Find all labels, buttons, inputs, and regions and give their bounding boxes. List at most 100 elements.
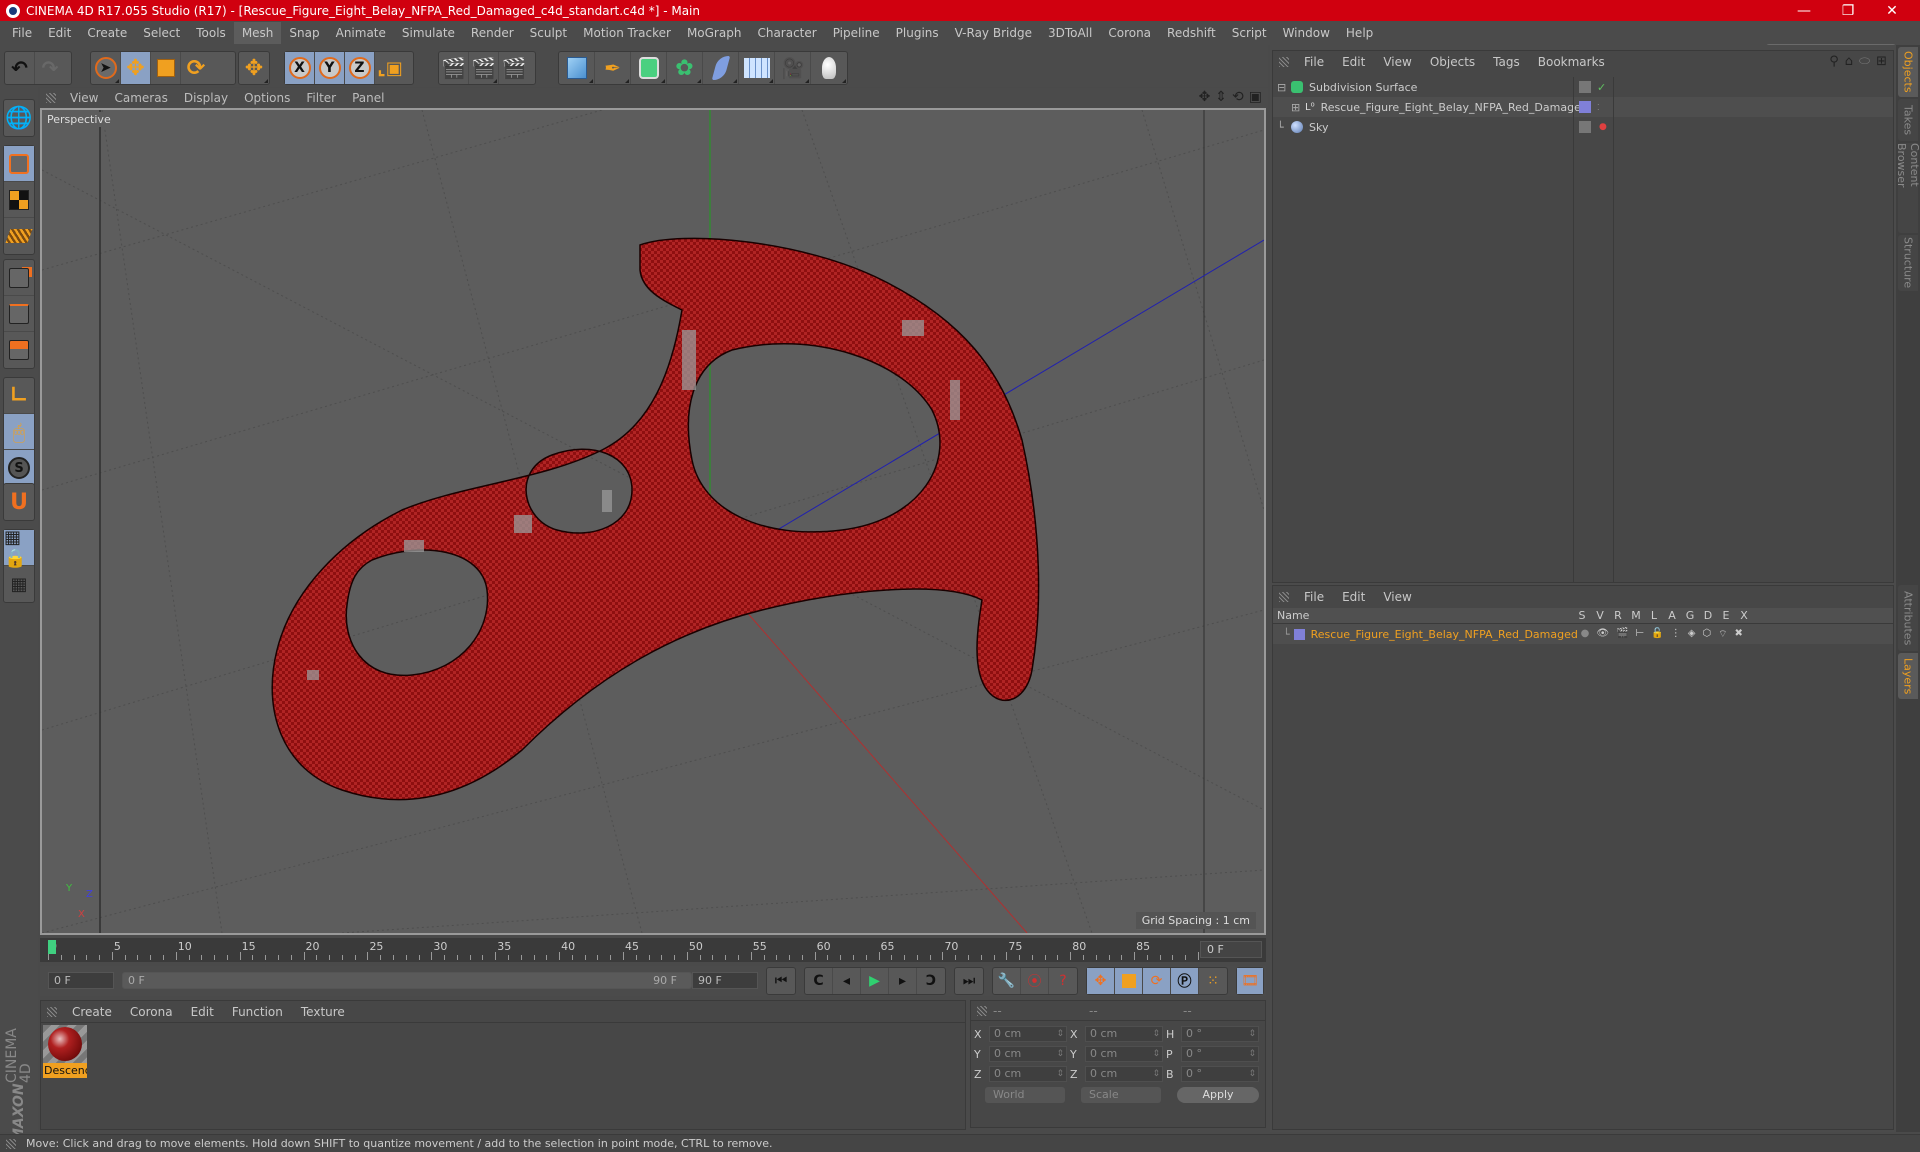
autokey-button[interactable]: ? <box>1049 968 1077 994</box>
search-icon[interactable]: ⚲ <box>1829 54 1839 69</box>
maximize-button[interactable]: ❐ <box>1826 0 1870 21</box>
z-axis-lock-button[interactable]: Z <box>345 52 375 84</box>
live-move-button[interactable]: ✥ <box>239 52 269 84</box>
timeline-ruler[interactable]: 051015202530354045505560657075808590 0 F <box>40 938 1266 962</box>
subdivision-button[interactable] <box>631 52 667 84</box>
snap-button[interactable]: U <box>4 484 34 520</box>
menu-character[interactable]: Character <box>749 22 824 44</box>
viewport-menu-display[interactable]: Display <box>176 91 236 105</box>
viewport-menu-cameras[interactable]: Cameras <box>106 91 175 105</box>
goto-end-button[interactable]: ⏭ <box>955 968 983 994</box>
layers-menu-file[interactable]: File <box>1295 590 1333 604</box>
menu-corona[interactable]: Corona <box>1100 22 1159 44</box>
material-menu-edit[interactable]: Edit <box>182 1005 223 1019</box>
object-row[interactable]: ⊞ L⁰ Rescue_Figure_Eight_Belay_NFPA_Red_… <box>1273 97 1893 117</box>
size-z-field[interactable]: 0 cm <box>1085 1066 1163 1082</box>
key-pla-button[interactable]: ⁙ <box>1199 968 1227 994</box>
generators-toggle-icon[interactable]: ◈ <box>1688 628 1696 641</box>
next-frame-button[interactable]: ▸ <box>889 968 917 994</box>
render-view-button[interactable]: 🎬 <box>439 52 469 84</box>
tweak-mode-button[interactable]: 🖱 <box>4 414 34 450</box>
column-manager[interactable]: M <box>1627 609 1645 622</box>
position-y-field[interactable]: 0 cm <box>989 1046 1067 1062</box>
playhead[interactable] <box>48 940 56 954</box>
dolly-icon[interactable]: ⇕ <box>1215 89 1227 105</box>
viewport-menu-panel[interactable]: Panel <box>344 91 392 105</box>
menu-redshift[interactable]: Redshift <box>1159 22 1224 44</box>
frame-ruler[interactable]: 051015202530354045505560657075808590 <box>48 938 1214 962</box>
minimize-button[interactable]: — <box>1782 0 1826 21</box>
panel-grip-icon[interactable] <box>6 1138 16 1149</box>
pen-button[interactable]: ✒ <box>595 52 631 84</box>
floor-button[interactable] <box>739 52 775 84</box>
menu-simulate[interactable]: Simulate <box>394 22 463 44</box>
move-tool-button[interactable]: ✥ <box>121 52 151 84</box>
layer-color-swatch[interactable] <box>1293 628 1305 640</box>
coordinate-system-button[interactable]: ⌞▣ <box>375 52 405 84</box>
menu-sculpt[interactable]: Sculpt <box>522 22 575 44</box>
objects-menu-bookmarks[interactable]: Bookmarks <box>1529 55 1614 69</box>
y-axis-lock-button[interactable]: Y <box>315 52 345 84</box>
visibility-icon[interactable]: ⬭ <box>1859 54 1870 69</box>
objects-menu-view[interactable]: View <box>1374 55 1420 69</box>
column-render[interactable]: R <box>1609 609 1627 622</box>
tab-objects[interactable]: Objects <box>1898 47 1918 97</box>
panel-grip-icon[interactable] <box>47 1006 57 1017</box>
panel-grip-icon[interactable] <box>1279 592 1289 602</box>
close-button[interactable]: ✕ <box>1870 0 1914 21</box>
key-rotation-button[interactable]: ⟳ <box>1143 968 1171 994</box>
viewport-menu-filter[interactable]: Filter <box>298 91 344 105</box>
panel-grip-icon[interactable] <box>1279 57 1289 67</box>
editor-render-toggle[interactable] <box>1579 81 1591 93</box>
visibility-dots[interactable]: ⁚ <box>1597 103 1600 112</box>
animation-toggle-icon[interactable]: ⋮ <box>1671 628 1681 641</box>
visibility-dots[interactable]: ● <box>1599 122 1607 132</box>
material-menu-texture[interactable]: Texture <box>292 1005 354 1019</box>
deformers-toggle-icon[interactable]: ⬡ <box>1702 628 1711 641</box>
axis-mode-button[interactable]: ∟ <box>4 378 34 414</box>
planar-workplane-button[interactable]: ▦ <box>4 566 34 602</box>
menu-script[interactable]: Script <box>1224 22 1275 44</box>
model-mode-button[interactable] <box>4 146 34 182</box>
menu-mesh[interactable]: Mesh <box>233 22 282 44</box>
material-swatch[interactable]: Descend <box>43 1025 87 1081</box>
column-xref[interactable]: X <box>1735 609 1753 622</box>
column-name[interactable]: Name <box>1273 609 1573 622</box>
edges-mode-button[interactable] <box>4 296 34 332</box>
tab-structure[interactable]: Structure <box>1898 235 1918 291</box>
viewport-menu-view[interactable]: View <box>62 91 106 105</box>
material-menu-corona[interactable]: Corona <box>121 1005 182 1019</box>
deformer-button[interactable] <box>703 52 739 84</box>
cloner-button[interactable]: ✿ <box>667 52 703 84</box>
redo-button[interactable]: ↷ <box>35 52 65 84</box>
menu-motion-tracker[interactable]: Motion Tracker <box>575 22 679 44</box>
menu-create[interactable]: Create <box>79 22 135 44</box>
layers-menu-view[interactable]: View <box>1374 590 1420 604</box>
panel-grip-icon[interactable] <box>977 1005 987 1016</box>
orbit-icon[interactable]: ⟲ <box>1232 89 1244 105</box>
goto-start-button[interactable]: ⏮ <box>767 968 795 994</box>
solo-mode-button[interactable]: S <box>4 450 34 486</box>
current-frame-field[interactable]: 0 F <box>1200 941 1262 958</box>
objects-menu-edit[interactable]: Edit <box>1333 55 1374 69</box>
layer-row[interactable]: └ Rescue_Figure_Eight_Belay_NFPA_Red_Dam… <box>1273 624 1893 644</box>
rotation-b-field[interactable]: 0 ° <box>1181 1066 1259 1082</box>
transform-mode-dropdown[interactable]: Scale <box>1081 1087 1161 1103</box>
column-animation[interactable]: A <box>1663 609 1681 622</box>
manager-toggle-icon[interactable]: ⊢ <box>1636 628 1645 641</box>
record-button[interactable]: ⦿ <box>1021 968 1049 994</box>
size-y-field[interactable]: 0 cm <box>1085 1046 1163 1062</box>
rotation-h-field[interactable]: 0 ° <box>1181 1026 1259 1042</box>
new-view-icon[interactable]: ⊞ <box>1876 54 1887 69</box>
coordinate-mode-dropdown[interactable]: World <box>985 1087 1065 1103</box>
cube-button[interactable] <box>559 52 595 84</box>
objects-menu-tags[interactable]: Tags <box>1484 55 1529 69</box>
column-expressions[interactable]: E <box>1717 609 1735 622</box>
select-tool-button[interactable]: ➤ <box>91 52 121 84</box>
objects-menu-objects[interactable]: Objects <box>1421 55 1484 69</box>
collapse-icon[interactable]: ⊟ <box>1277 81 1291 94</box>
menu-vray-bridge[interactable]: V-Ray Bridge <box>947 22 1040 44</box>
view-toggle-icon[interactable]: 👁 <box>1596 628 1609 641</box>
layer-name[interactable]: Rescue_Figure_Eight_Belay_NFPA_Red_Damag… <box>1311 628 1581 641</box>
key-scale-button[interactable] <box>1115 968 1143 994</box>
